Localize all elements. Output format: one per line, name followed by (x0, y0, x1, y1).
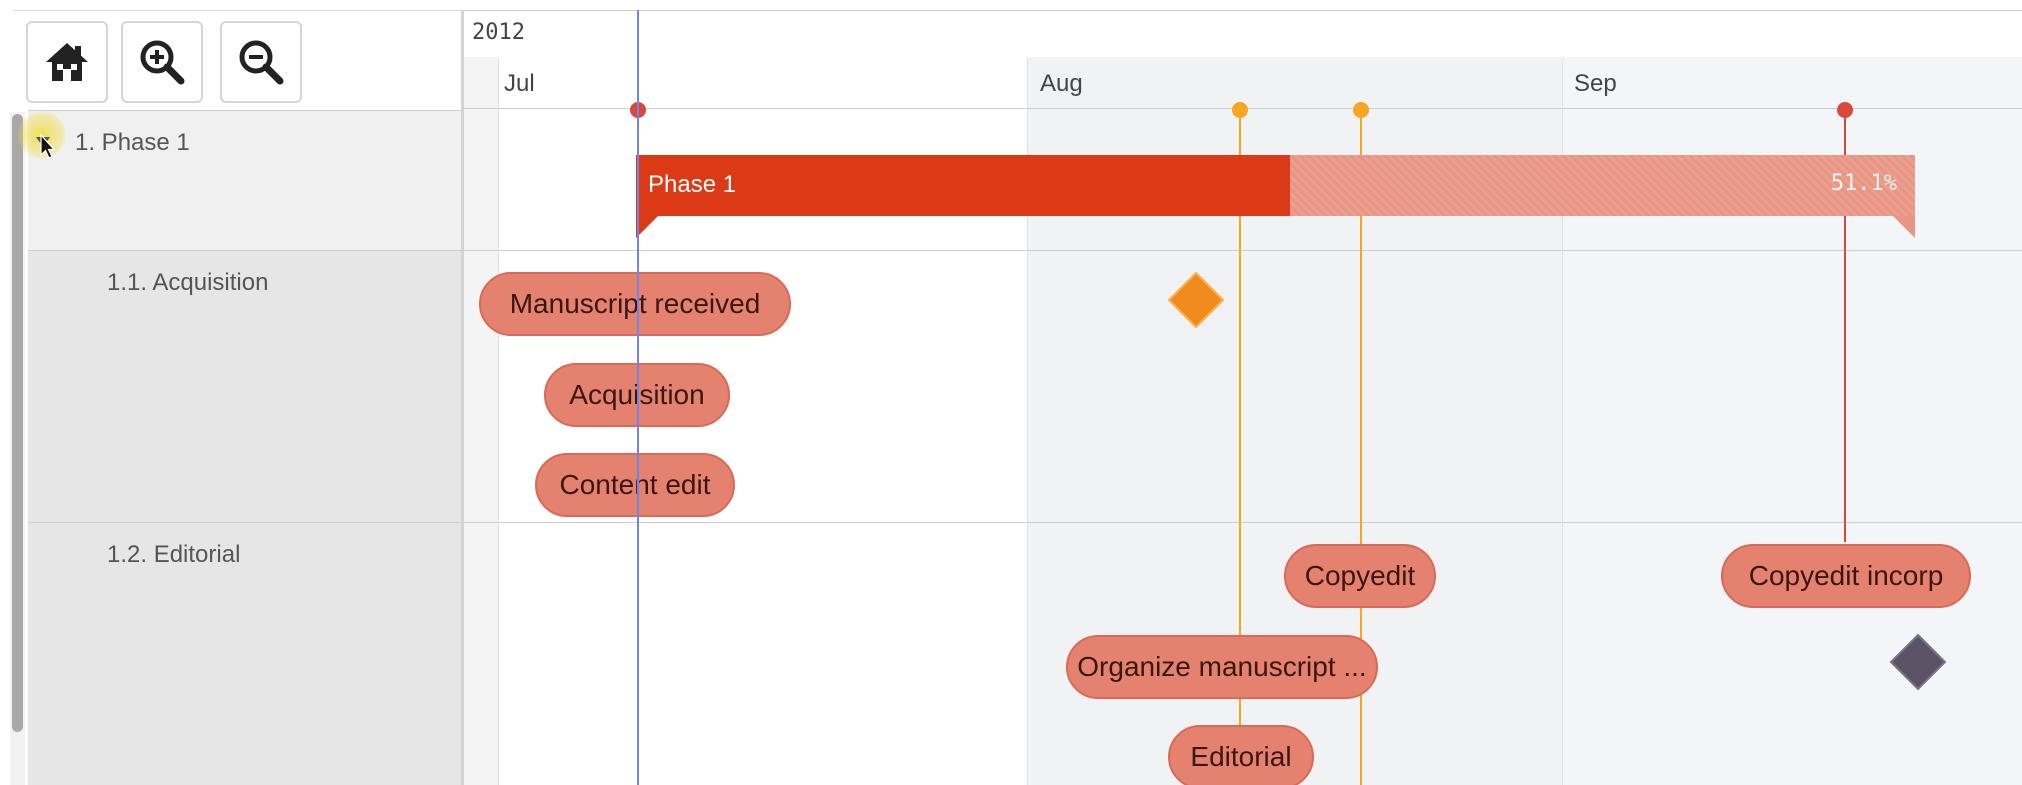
phase-bar-start-flag (636, 216, 658, 238)
gantt-app: 1. Phase 1 1.1. Acquisition 1.2. Editori… (0, 0, 2022, 785)
toolbar (13, 10, 463, 111)
gridline-jul (498, 58, 499, 785)
row-divider-2 (464, 522, 2022, 523)
task-tree: 1. Phase 1 1.1. Acquisition 1.2. Editori… (18, 110, 461, 785)
task-pill-editorial[interactable]: Editorial (1168, 725, 1314, 785)
home-icon (46, 43, 88, 81)
zoom-in-icon (140, 40, 185, 85)
zoom-in-button[interactable] (121, 21, 203, 103)
zoom-out-icon (239, 40, 284, 85)
task-pill-manuscript-received[interactable]: Manuscript received (479, 272, 791, 336)
tree-label-phase-1: 1. Phase 1 (75, 129, 190, 156)
phase-bar-progress: 51.1% (1830, 171, 1897, 196)
tree-label-acquisition: 1.1. Acquisition (107, 269, 269, 296)
chart-top-border (464, 10, 2022, 11)
task-pill-copyedit[interactable]: Copyedit (1284, 544, 1436, 608)
tree-label-editorial: 1.2. Editorial (107, 541, 241, 568)
tree-row-acquisition[interactable]: 1.1. Acquisition (28, 250, 461, 522)
dependency-marker (1232, 102, 1248, 118)
dependency-marker (1837, 102, 1853, 118)
task-pill-organize-manuscript[interactable]: Organize manuscript ... (1066, 635, 1378, 699)
row-divider-1 (464, 250, 2022, 251)
month-label-aug: Aug (1040, 70, 1083, 97)
tree-row-editorial[interactable]: 1.2. Editorial (28, 522, 461, 785)
task-pill-copyedit-incorp[interactable]: Copyedit incorp (1721, 544, 1971, 608)
year-label: 2012 (472, 20, 525, 45)
gantt-chart: 2012 Jul Aug Sep Phase 1 51.1% Manuscrip… (464, 10, 2022, 785)
task-pill-content-edit[interactable]: Content edit (535, 453, 735, 517)
phase-bar-end-flag (1893, 216, 1915, 238)
home-button[interactable] (26, 21, 108, 103)
month-label-sep: Sep (1574, 70, 1617, 97)
tree-scrollbar-thumb[interactable] (12, 114, 23, 732)
month-label-jul: Jul (504, 70, 535, 97)
tree-row-phase-1[interactable]: 1. Phase 1 (18, 110, 461, 250)
collapse-triangle-icon (36, 133, 56, 159)
dependency-marker (1353, 102, 1369, 118)
collapse-toggle[interactable] (32, 129, 62, 159)
phase-bar-title: Phase 1 (648, 171, 737, 198)
month-band-jun (464, 57, 498, 785)
phase-bar-remaining[interactable] (1290, 155, 1915, 216)
today-line (637, 10, 639, 785)
zoom-out-button[interactable] (220, 21, 302, 103)
